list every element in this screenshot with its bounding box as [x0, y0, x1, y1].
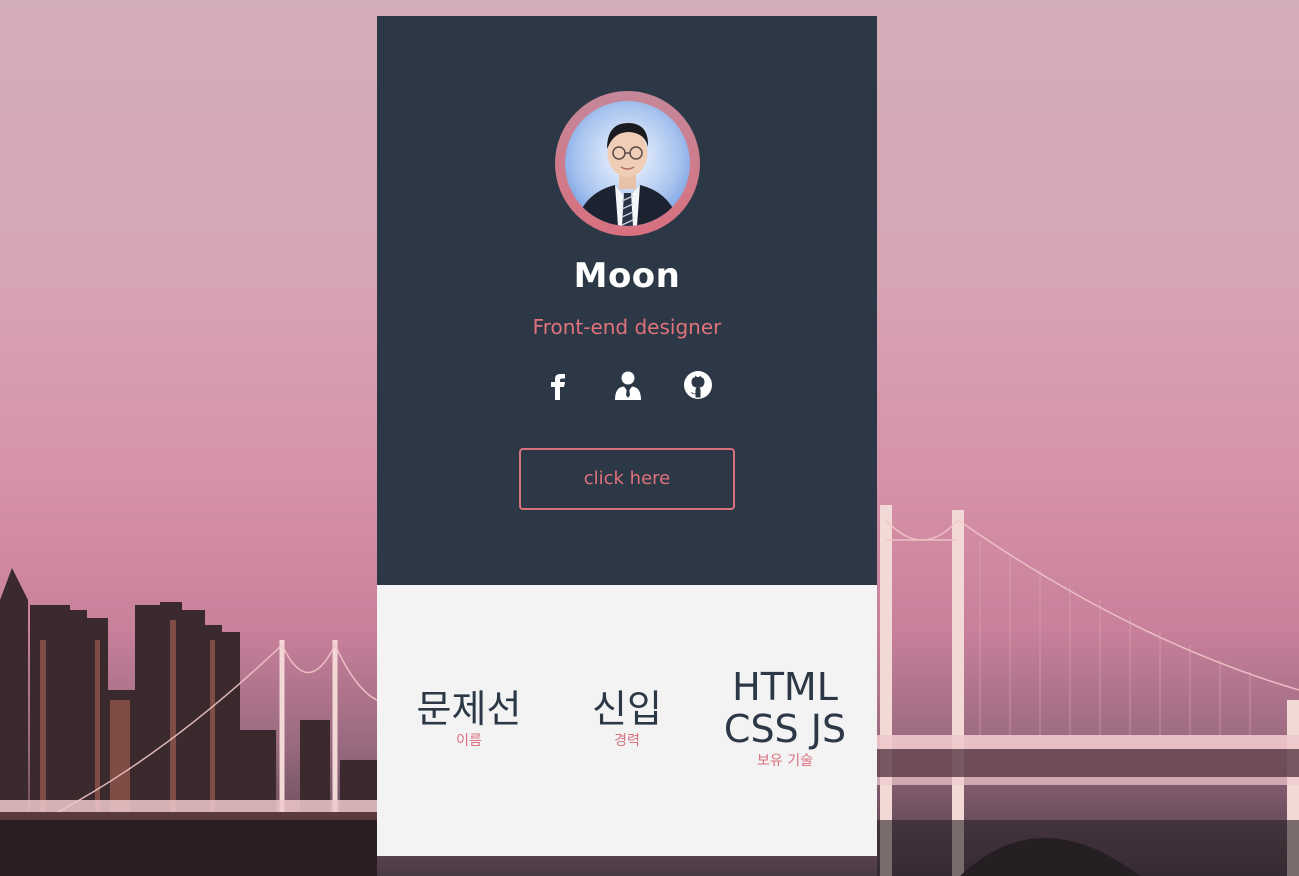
stat-name-value: 문제선 — [416, 687, 522, 731]
user-icon — [615, 371, 641, 400]
stat-career-value: 신입 — [592, 687, 662, 731]
facebook-icon — [551, 374, 565, 400]
profile-role: Front-end designer — [532, 315, 722, 339]
stat-skills: HTML CSS JS 보유 기술 — [705, 666, 865, 770]
stat-career-label: 경력 — [614, 733, 640, 749]
stat-skills-label: 보유 기술 — [757, 753, 813, 769]
facebook-link[interactable] — [542, 368, 574, 402]
avatar-photo — [575, 123, 680, 226]
profile-link[interactable] — [612, 368, 644, 402]
stat-name-label: 이름 — [456, 733, 482, 749]
profile-card-header: Moon Front-end designer click here — [377, 16, 877, 585]
profile-card: Moon Front-end designer click here 문제선 이… — [377, 16, 877, 856]
stat-skills-value: HTML CSS JS — [723, 665, 847, 751]
avatar — [565, 101, 690, 226]
stats-row: 문제선 이름 신입 경력 HTML CSS JS 보유 기술 — [377, 585, 877, 856]
profile-card-details: 문제선 이름 신입 경력 HTML CSS JS 보유 기술 — [377, 585, 877, 856]
stat-name: 문제선 이름 — [389, 688, 549, 750]
click-here-button[interactable]: click here — [519, 448, 735, 510]
stat-career: 신입 경력 — [547, 688, 707, 750]
github-icon — [684, 371, 712, 399]
github-link[interactable] — [682, 368, 714, 402]
profile-name: Moon — [573, 256, 681, 296]
avatar-ring — [555, 91, 700, 236]
social-links — [542, 368, 712, 404]
